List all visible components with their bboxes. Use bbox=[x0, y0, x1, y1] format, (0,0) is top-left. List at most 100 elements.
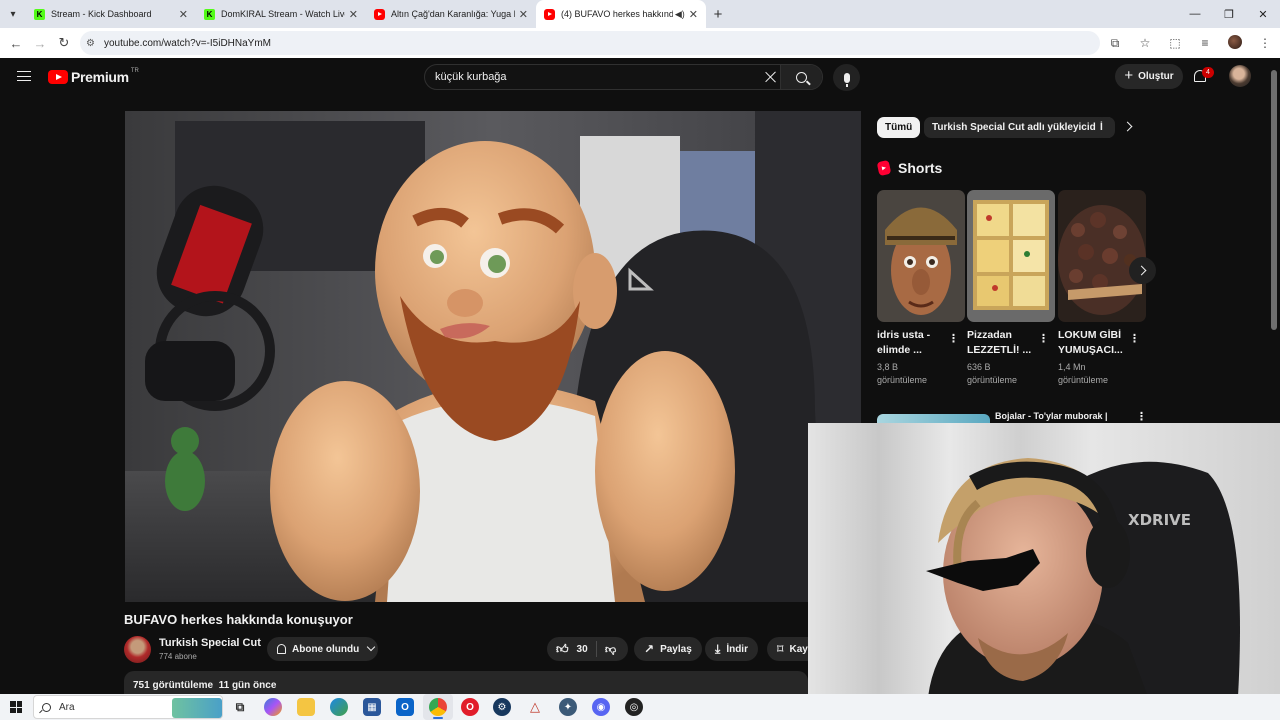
toolbar-icons: ⧉ ☆ ⬚ ≡ ⋮ bbox=[1100, 28, 1280, 58]
back-icon[interactable]: ← bbox=[4, 36, 28, 51]
close-icon[interactable]: ✕ bbox=[179, 8, 188, 21]
store-icon[interactable]: ▦ bbox=[363, 698, 381, 716]
create-button[interactable]: + Oluştur bbox=[1115, 64, 1183, 89]
close-icon[interactable]: ✕ bbox=[349, 8, 358, 21]
chip-all[interactable]: Tümü bbox=[877, 117, 921, 138]
youtube-logo[interactable]: Premium TR bbox=[48, 68, 139, 85]
window-controls: — ❐ ✕ bbox=[1178, 0, 1280, 28]
browser-tab-0[interactable]: K Stream - Kick Dashboard ✕ bbox=[26, 0, 196, 28]
like-count: 30 bbox=[576, 643, 588, 655]
save-label: Kay bbox=[789, 643, 808, 655]
short-title[interactable]: LOKUM GİBİ YUMUŞACI... bbox=[1058, 328, 1128, 358]
obs-icon[interactable]: ◎ bbox=[625, 698, 643, 716]
more-options-icon[interactable]: ⋮ bbox=[948, 332, 959, 345]
taskbar-search[interactable]: Ara bbox=[33, 695, 223, 719]
kick-icon: K bbox=[204, 8, 215, 20]
chip-related[interactable]: İ bbox=[1096, 117, 1110, 138]
search-button[interactable] bbox=[780, 65, 822, 89]
steam-icon[interactable]: ⚙ bbox=[493, 698, 511, 716]
game-launcher-icon[interactable]: △ bbox=[526, 698, 544, 716]
next-video-title[interactable]: Bojalar - To'ylar muborak | bbox=[995, 411, 1108, 421]
short-thumbnail[interactable] bbox=[877, 190, 965, 322]
webcam-overlay: XDRIVE bbox=[808, 423, 1280, 697]
clear-search-icon[interactable] bbox=[763, 69, 779, 85]
menu-icon[interactable] bbox=[17, 71, 31, 81]
browser-tab-3[interactable]: (4) BUFAVO herkes hakkında ◀) ✕ bbox=[536, 0, 706, 28]
screen: ▾ K Stream - Kick Dashboard ✕ K DomKIRAL… bbox=[0, 0, 1280, 720]
like-button[interactable]: 👍︎ 30 bbox=[547, 641, 597, 657]
bookmark-star-icon[interactable]: ☆ bbox=[1130, 36, 1160, 50]
browser-tab-1[interactable]: K DomKIRAL Stream - Watch Live ✕ bbox=[196, 0, 366, 28]
video-player[interactable] bbox=[125, 111, 861, 602]
video-frame bbox=[125, 111, 861, 602]
tab-title: Stream - Kick Dashboard bbox=[51, 9, 152, 19]
tab-search-menu[interactable]: ▾ bbox=[0, 0, 26, 28]
short-card[interactable]: LOKUM GİBİ YUMUŞACI... 1,4 Mn görüntülem… bbox=[1058, 190, 1146, 387]
extensions-icon[interactable]: ⬚ bbox=[1160, 36, 1190, 50]
chevron-right-icon[interactable] bbox=[1122, 121, 1133, 132]
reload-icon[interactable]: ↻ bbox=[52, 35, 76, 51]
browser-tab-2[interactable]: Altın Çağ'dan Karanlığa: Yuga D ✕ bbox=[366, 0, 536, 28]
webcam-feed: XDRIVE bbox=[808, 423, 1280, 697]
subscribed-button[interactable]: Abone olundu bbox=[267, 637, 378, 661]
short-card[interactable]: idris usta - elimde ... 3,8 B görüntülem… bbox=[877, 190, 965, 387]
create-label: Oluştur bbox=[1138, 71, 1174, 82]
file-explorer-icon[interactable] bbox=[297, 698, 315, 716]
windows-start-icon[interactable] bbox=[10, 701, 22, 713]
search-input[interactable] bbox=[435, 65, 755, 89]
close-window-icon[interactable]: ✕ bbox=[1246, 0, 1280, 28]
discord-icon[interactable]: ◉ bbox=[592, 698, 610, 716]
opera-icon[interactable]: O bbox=[461, 698, 479, 716]
search-box bbox=[424, 64, 823, 90]
close-icon[interactable]: ✕ bbox=[689, 8, 698, 21]
save-button[interactable]: ⌑ Kay bbox=[767, 637, 808, 661]
chevron-down-icon bbox=[366, 642, 376, 652]
short-title[interactable]: idris usta - elimde ... bbox=[877, 328, 947, 358]
speaker-icon[interactable]: ◀) bbox=[675, 9, 685, 20]
media-controls-icon[interactable]: ≡ bbox=[1190, 36, 1220, 50]
copilot-icon[interactable] bbox=[264, 698, 282, 716]
short-title[interactable]: Pizzadan LEZZETLİ! ... bbox=[967, 328, 1037, 358]
view-count: 751 görüntüleme bbox=[133, 680, 214, 691]
video-meta: 751 görüntüleme 11 gün önce bbox=[133, 680, 276, 691]
account-avatar[interactable] bbox=[1229, 65, 1251, 87]
network-app-icon[interactable]: ✦ bbox=[559, 698, 577, 716]
tab-title: DomKIRAL Stream - Watch Live bbox=[221, 9, 345, 19]
more-options-icon[interactable]: ⋮ bbox=[1129, 332, 1140, 345]
cast-icon[interactable]: ⧉ bbox=[1100, 36, 1130, 51]
edge-icon[interactable] bbox=[330, 698, 348, 716]
forward-icon[interactable]: → bbox=[28, 36, 52, 51]
new-tab-button[interactable]: + bbox=[706, 6, 730, 23]
short-thumbnail[interactable] bbox=[967, 190, 1055, 322]
chip-from-uploader[interactable]: Turkish Special Cut adlı yükleyiciden bbox=[924, 117, 1116, 138]
restore-icon[interactable]: ❐ bbox=[1212, 0, 1246, 28]
more-options-icon[interactable]: ⋮ bbox=[1038, 332, 1049, 345]
page-scrollbar[interactable] bbox=[1271, 70, 1277, 330]
channel-avatar[interactable] bbox=[124, 636, 151, 663]
chrome-icon[interactable] bbox=[429, 698, 447, 716]
kick-icon: K bbox=[34, 8, 45, 20]
dislike-button[interactable]: 👎︎ bbox=[597, 643, 616, 656]
url-field[interactable]: ⚙ youtube.com/watch?v=-I5iDHNaYmM bbox=[80, 31, 1100, 55]
site-info-icon[interactable]: ⚙ bbox=[86, 38, 104, 49]
profile-icon[interactable] bbox=[1220, 34, 1250, 52]
bookmark-icon: ⌑ bbox=[777, 642, 784, 656]
shorts-next-button[interactable] bbox=[1129, 257, 1156, 284]
share-button[interactable]: ↗ Paylaş bbox=[634, 637, 702, 661]
voice-search-button[interactable] bbox=[833, 64, 860, 91]
logo-text: Premium bbox=[71, 69, 129, 85]
thumbs-down-icon: 👎︎ bbox=[605, 643, 617, 656]
outlook-icon[interactable]: O bbox=[396, 698, 414, 716]
short-card[interactable]: Pizzadan LEZZETLİ! ... 636 B görüntüleme… bbox=[967, 190, 1055, 387]
short-views: 1,4 Mn görüntüleme bbox=[1058, 362, 1109, 385]
minimize-icon[interactable]: — bbox=[1178, 0, 1212, 28]
youtube-icon bbox=[544, 8, 555, 20]
download-button[interactable]: ⤓ İndir bbox=[705, 637, 758, 661]
menu-dots-icon[interactable]: ⋮ bbox=[1250, 36, 1280, 50]
channel-name[interactable]: Turkish Special Cut bbox=[159, 637, 261, 649]
more-options-icon[interactable]: ⋮ bbox=[1136, 410, 1147, 423]
svg-text:XDRIVE: XDRIVE bbox=[1128, 511, 1191, 529]
close-icon[interactable]: ✕ bbox=[519, 8, 528, 21]
task-view-icon[interactable]: ⧉ bbox=[231, 698, 249, 716]
short-thumbnail[interactable] bbox=[1058, 190, 1146, 322]
